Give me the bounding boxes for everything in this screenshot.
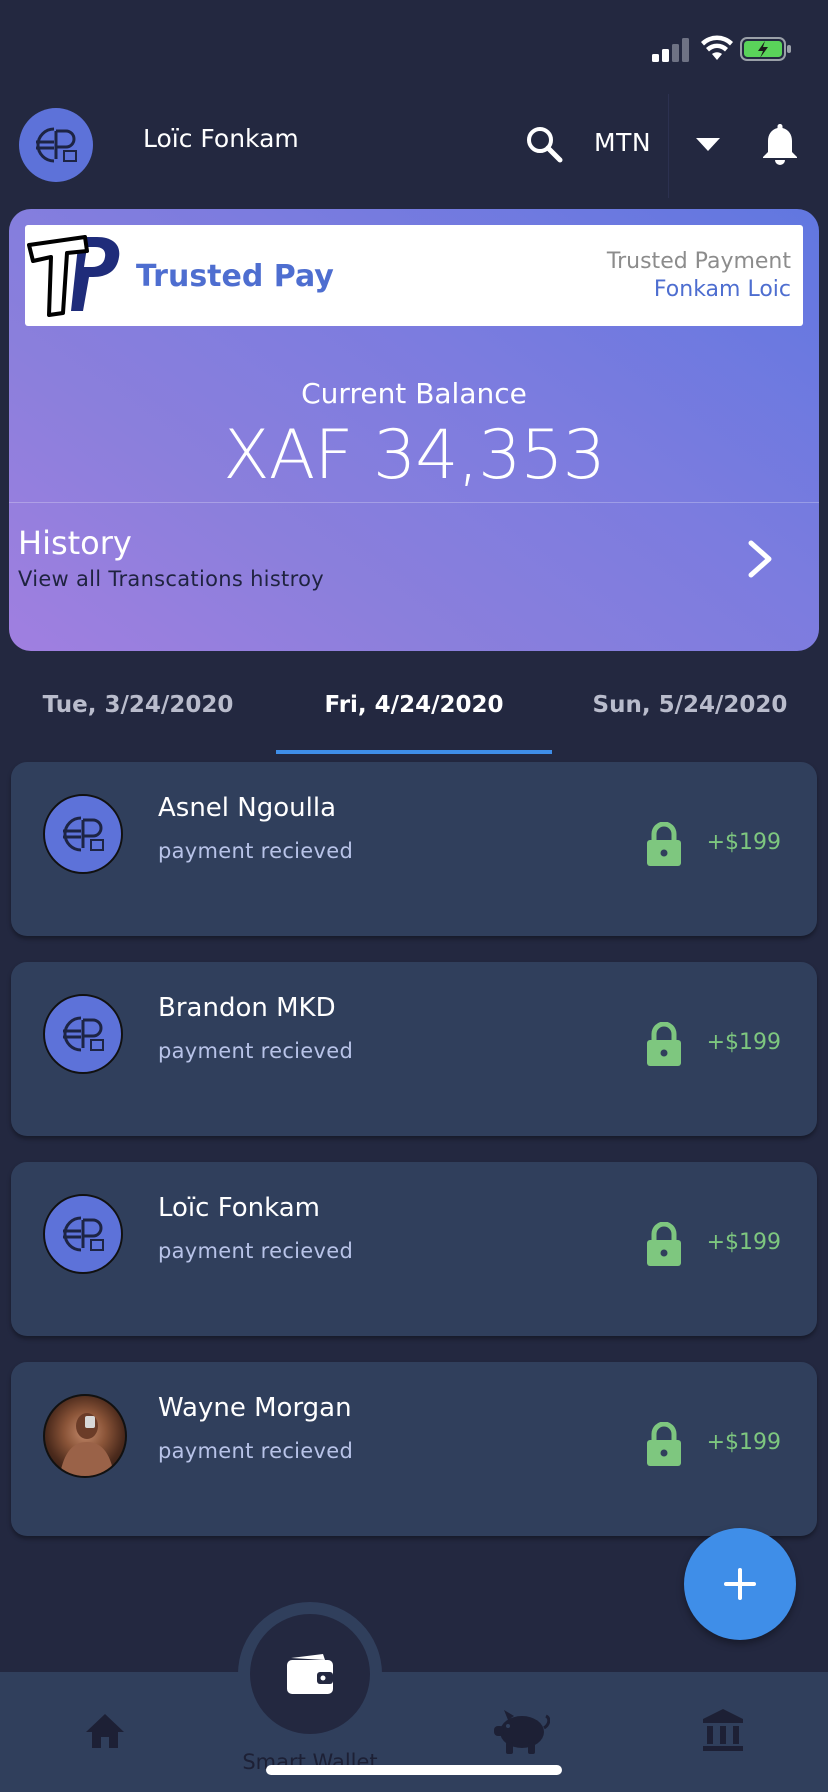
plus-icon <box>724 1568 756 1600</box>
transaction-name: Asnel Ngoulla <box>158 793 337 823</box>
bell-icon[interactable] <box>760 122 800 166</box>
tab-indicator <box>276 750 552 754</box>
signal-icon <box>652 38 689 62</box>
home-icon[interactable] <box>84 1712 126 1750</box>
home-indicator[interactable] <box>266 1765 562 1775</box>
history-title[interactable]: History <box>18 524 132 562</box>
add-button[interactable] <box>684 1528 796 1640</box>
transaction-row[interactable]: Brandon MKD payment recieved +$199 <box>11 962 817 1136</box>
transaction-status: payment recieved <box>158 1039 354 1063</box>
transaction-amount: +$199 <box>706 830 781 855</box>
lock-icon <box>647 822 681 866</box>
transaction-avatar <box>43 1194 123 1274</box>
chevron-right-icon[interactable] <box>745 537 775 581</box>
euro-logo-icon <box>36 127 77 163</box>
user-name: Loïc Fonkam <box>143 124 299 153</box>
transaction-amount: +$199 <box>706 1230 781 1255</box>
wallet-icon <box>287 1654 333 1694</box>
header-divider <box>668 94 669 198</box>
transaction-name: Brandon MKD <box>158 993 336 1023</box>
card-divider <box>9 502 819 503</box>
transaction-amount: +$199 <box>706 1430 781 1455</box>
transaction-name: Wayne Morgan <box>158 1393 352 1423</box>
transaction-avatar <box>43 994 123 1074</box>
tab-date-prev[interactable]: Tue, 3/24/2020 <box>0 692 276 718</box>
brand-banner: Trusted Pay Trusted Payment Fonkam Loic <box>25 225 803 326</box>
dropdown-icon[interactable] <box>696 138 720 152</box>
transaction-row[interactable]: Wayne Morgan payment recieved +$199 <box>11 1362 817 1536</box>
transaction-status: payment recieved <box>158 839 354 863</box>
euro-logo-icon <box>63 1016 104 1052</box>
brand-name: Trusted Pay <box>136 259 334 294</box>
lock-icon <box>647 1022 681 1066</box>
bank-icon[interactable] <box>702 1708 744 1752</box>
piggy-bank-icon[interactable] <box>492 1706 550 1756</box>
lock-icon <box>647 1422 681 1466</box>
transaction-avatar-photo <box>43 1394 127 1478</box>
wifi-icon <box>701 35 733 60</box>
battery-icon <box>740 37 791 61</box>
search-icon[interactable] <box>524 124 564 164</box>
transaction-name: Loïc Fonkam <box>158 1193 320 1223</box>
tab-date-current[interactable]: Fri, 4/24/2020 <box>276 692 552 718</box>
tab-date-next[interactable]: Sun, 5/24/2020 <box>552 692 828 718</box>
user-avatar[interactable] <box>19 108 93 182</box>
smart-wallet-button[interactable] <box>250 1614 370 1734</box>
euro-logo-icon <box>63 1216 104 1252</box>
trusted-pay-logo <box>27 235 120 317</box>
transaction-status: payment recieved <box>158 1239 354 1263</box>
history-subtitle[interactable]: View all Transcations histroy <box>18 567 324 591</box>
balance-card: Trusted Pay Trusted Payment Fonkam Loic … <box>9 209 819 651</box>
transaction-amount: +$199 <box>706 1030 781 1055</box>
euro-logo-icon <box>63 816 104 852</box>
transaction-row[interactable]: Asnel Ngoulla payment recieved +$199 <box>11 762 817 936</box>
brand-tagline: Trusted Payment <box>606 249 791 274</box>
account-holder: Fonkam Loic <box>653 277 791 302</box>
transaction-status: payment recieved <box>158 1439 354 1463</box>
balance-value: XAF 34,353 <box>223 416 606 495</box>
transaction-row[interactable]: Loïc Fonkam payment recieved +$199 <box>11 1162 817 1336</box>
carrier-selector[interactable]: MTN <box>594 128 651 157</box>
balance-label: Current Balance <box>301 377 527 410</box>
person-photo <box>59 1413 115 1476</box>
lock-icon <box>647 1222 681 1266</box>
transaction-avatar <box>43 794 123 874</box>
